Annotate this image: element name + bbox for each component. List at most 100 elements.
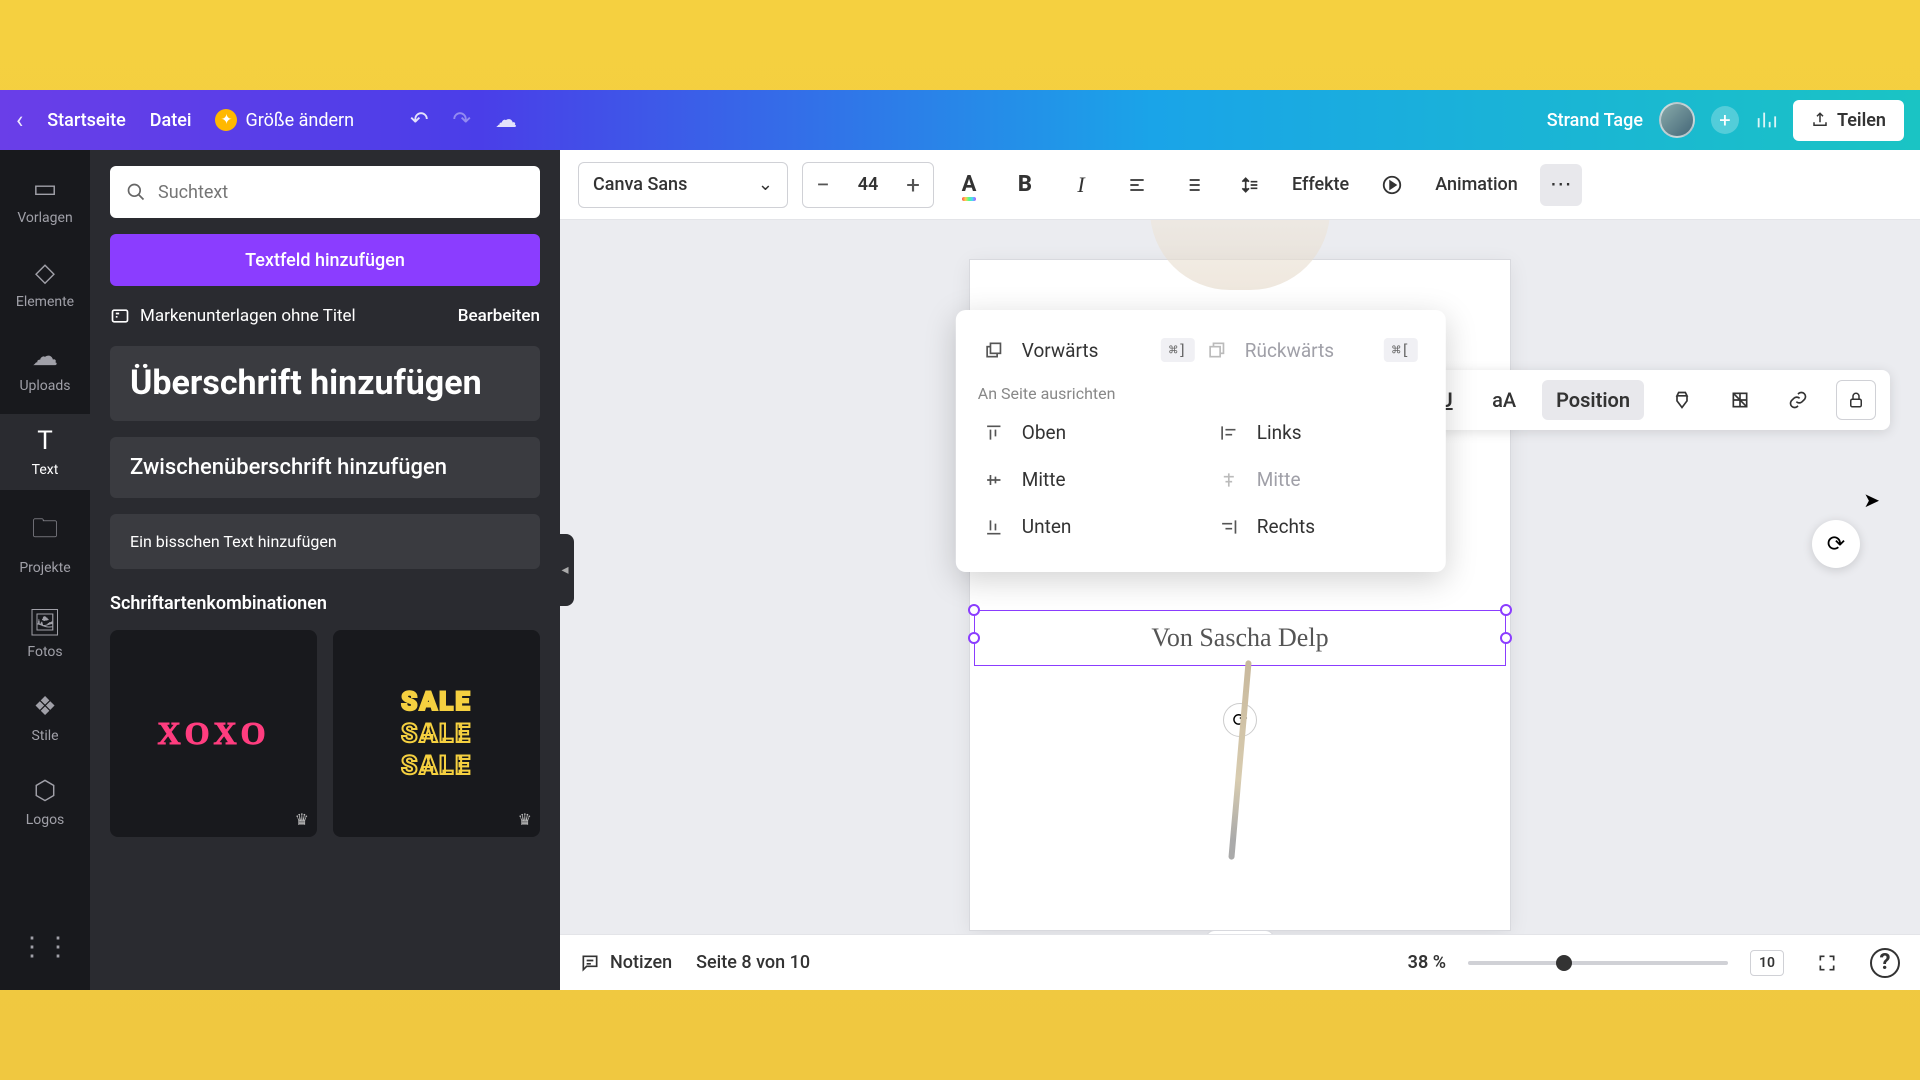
align-button[interactable] bbox=[1116, 164, 1158, 206]
fullscreen-button[interactable] bbox=[1806, 942, 1848, 984]
rail-text[interactable]: T Text bbox=[0, 414, 90, 490]
rail-uploads-label: Uploads bbox=[19, 378, 70, 394]
preset-subheading-label: Zwischenüberschrift hinzufügen bbox=[130, 455, 520, 480]
cloud-sync-icon[interactable]: ☁ bbox=[495, 108, 517, 133]
photos-icon: 🖼 bbox=[28, 608, 61, 638]
rail-styles[interactable]: ❖ Stile bbox=[0, 680, 90, 756]
arrange-forward[interactable]: Vorwärts ⌘] bbox=[978, 328, 1201, 372]
preset-body[interactable]: Ein bisschen Text hinzufügen bbox=[110, 514, 540, 569]
rail-elements[interactable]: ◇ Elemente bbox=[0, 246, 90, 322]
link-button[interactable] bbox=[1778, 380, 1818, 420]
style-copy-button[interactable] bbox=[1662, 380, 1702, 420]
add-collaborator-button[interactable]: + bbox=[1711, 106, 1739, 134]
list-button[interactable] bbox=[1172, 164, 1214, 206]
elements-icon: ◇ bbox=[35, 258, 55, 288]
zoom-value[interactable]: 38 % bbox=[1408, 952, 1446, 973]
crown-icon: ✦ bbox=[215, 109, 237, 131]
align-top[interactable]: Oben bbox=[978, 411, 1189, 454]
page-expand-tab[interactable]: ⌃ bbox=[1205, 930, 1275, 934]
canvas[interactable]: U aA Position bbox=[560, 220, 1920, 934]
rail-projects[interactable]: 🗀 Projekte bbox=[0, 498, 90, 588]
resize-handle-top-right[interactable] bbox=[1500, 604, 1512, 616]
font-name-label: Canva Sans bbox=[593, 174, 687, 195]
font-size-value[interactable]: 44 bbox=[843, 174, 893, 195]
effects-button[interactable]: Effekte bbox=[1284, 174, 1357, 195]
grid-view-button[interactable]: 10 bbox=[1750, 950, 1784, 976]
rail-more[interactable]: ⋮⋮ bbox=[0, 920, 90, 974]
backward-icon bbox=[1207, 340, 1231, 360]
redo-icon[interactable]: ↷ bbox=[453, 108, 471, 133]
arrange-backward: Rückwärts ⌘[ bbox=[1201, 328, 1424, 372]
lock-button[interactable] bbox=[1836, 380, 1876, 420]
rail-templates[interactable]: ▭ Vorlagen bbox=[0, 162, 90, 238]
resize-button[interactable]: ✦ Größe ändern bbox=[215, 109, 354, 131]
preset-subheading[interactable]: Zwischenüberschrift hinzufügen bbox=[110, 437, 540, 498]
transparency-button[interactable] bbox=[1720, 380, 1760, 420]
font-size-decrease[interactable]: − bbox=[803, 163, 843, 207]
search-box[interactable] bbox=[110, 166, 540, 218]
rail-logos[interactable]: ⬡ Logos bbox=[0, 764, 90, 840]
brush-graphic[interactable] bbox=[1228, 660, 1251, 860]
font-combo-sale[interactable]: SALE SALE SALE ♛ bbox=[333, 630, 540, 837]
align-left-label: Links bbox=[1257, 421, 1302, 444]
combo-sale-text-3: SALE bbox=[401, 751, 472, 781]
font-size-increase[interactable]: + bbox=[893, 163, 933, 207]
align-bottom[interactable]: Unten bbox=[978, 505, 1189, 548]
document-title[interactable]: Strand Tage bbox=[1547, 110, 1643, 131]
footer: Notizen Seite 8 von 10 38 % 10 ? bbox=[560, 934, 1920, 990]
share-button[interactable]: Teilen bbox=[1793, 100, 1904, 141]
text-color-icon: A bbox=[962, 172, 977, 197]
reset-fab[interactable]: ⟳ bbox=[1812, 520, 1860, 568]
resize-handle-top-left[interactable] bbox=[968, 604, 980, 616]
resize-handle-left[interactable] bbox=[968, 632, 980, 644]
text-panel: Textfeld hinzufügen Markenunterlagen ohn… bbox=[90, 150, 560, 990]
brand-kit-icon bbox=[110, 306, 130, 326]
rail-uploads[interactable]: ☁ Uploads bbox=[0, 330, 90, 406]
backward-shortcut: ⌘[ bbox=[1384, 338, 1418, 362]
logos-icon: ⬡ bbox=[34, 776, 57, 806]
more-options-button[interactable]: ⋯ bbox=[1540, 164, 1582, 206]
rail-photos[interactable]: 🖼 Fotos bbox=[0, 596, 90, 672]
selected-text-element[interactable]: Von Sascha Delp ⟳ bbox=[974, 610, 1506, 666]
home-link[interactable]: Startseite bbox=[47, 110, 126, 131]
align-bottom-label: Unten bbox=[1022, 515, 1072, 538]
search-input[interactable] bbox=[158, 182, 524, 203]
insights-icon[interactable] bbox=[1755, 109, 1777, 131]
align-middle-v[interactable]: Mitte bbox=[978, 458, 1189, 501]
italic-button[interactable]: I bbox=[1060, 164, 1102, 206]
font-combos-heading: Schriftartenkombinationen bbox=[110, 593, 540, 614]
back-icon[interactable]: ‹ bbox=[16, 106, 23, 134]
zoom-slider[interactable] bbox=[1468, 961, 1728, 965]
notes-label: Notizen bbox=[610, 952, 672, 973]
brand-edit-link[interactable]: Bearbeiten bbox=[458, 306, 540, 326]
add-textbox-button[interactable]: Textfeld hinzufügen bbox=[110, 234, 540, 286]
align-right[interactable]: Rechts bbox=[1213, 505, 1424, 548]
spacing-button[interactable] bbox=[1228, 164, 1270, 206]
help-button[interactable]: ? bbox=[1870, 948, 1900, 978]
text-color-button[interactable]: A bbox=[948, 164, 990, 206]
page-indicator[interactable]: Seite 8 von 10 bbox=[696, 952, 810, 973]
animation-button[interactable]: Animation bbox=[1427, 174, 1526, 195]
share-icon bbox=[1811, 111, 1829, 129]
font-combo-xoxo[interactable]: XOXO ♛ bbox=[110, 630, 317, 837]
align-bottom-icon bbox=[984, 517, 1008, 537]
brand-docs-label: Markenunterlagen ohne Titel bbox=[140, 306, 356, 326]
user-avatar[interactable] bbox=[1659, 102, 1695, 138]
preset-heading[interactable]: Überschrift hinzufügen bbox=[110, 346, 540, 421]
undo-icon[interactable]: ↶ bbox=[410, 108, 428, 133]
align-left[interactable]: Links bbox=[1213, 411, 1424, 454]
bold-button[interactable]: B bbox=[1004, 164, 1046, 206]
uppercase-button[interactable]: aA bbox=[1484, 380, 1524, 420]
combo-sale-text-2: SALE bbox=[401, 719, 472, 749]
notes-button[interactable]: Notizen bbox=[580, 952, 672, 973]
file-menu[interactable]: Datei bbox=[150, 110, 192, 131]
rail-logos-label: Logos bbox=[26, 812, 65, 828]
left-rail: ▭ Vorlagen ◇ Elemente ☁ Uploads T Text 🗀… bbox=[0, 150, 90, 990]
align-middle-h-label: Mitte bbox=[1257, 468, 1301, 491]
font-family-select[interactable]: Canva Sans ⌄ bbox=[578, 162, 788, 208]
rail-styles-label: Stile bbox=[31, 728, 58, 744]
position-button[interactable]: Position bbox=[1542, 380, 1644, 420]
forward-icon bbox=[984, 340, 1008, 360]
zoom-slider-thumb[interactable] bbox=[1556, 955, 1572, 971]
resize-handle-right[interactable] bbox=[1500, 632, 1512, 644]
